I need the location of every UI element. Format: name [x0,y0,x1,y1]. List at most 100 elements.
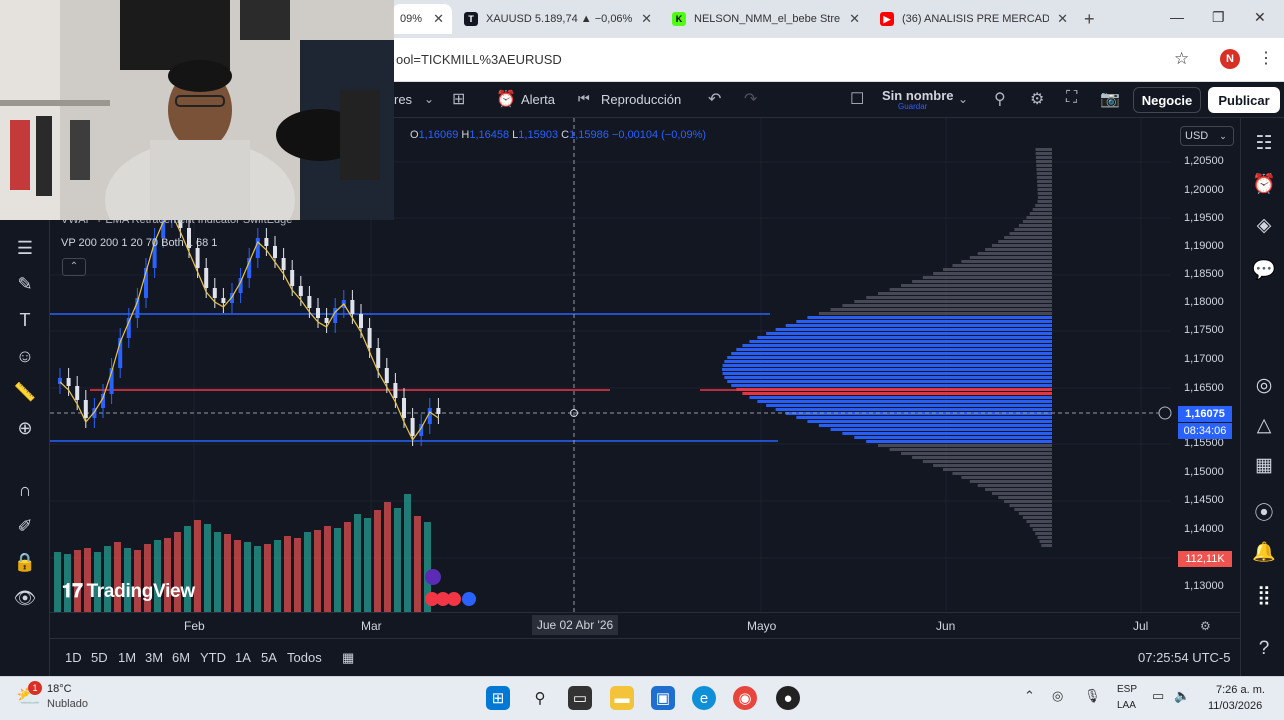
weather-temperature[interactable]: 18°C [47,683,72,695]
currency-select[interactable]: USD ⌄ [1180,126,1234,146]
target-icon[interactable]: ◎ [1251,374,1277,397]
close-icon[interactable]: ✕ [641,11,652,27]
weather-description[interactable]: Nublado [47,698,88,710]
browser-tab-youtube[interactable]: ▶ (36) ANALISIS PRE MERCAD ✕ [872,4,1076,34]
range-1m[interactable]: 1M [118,650,136,665]
tray-overflow-icon[interactable]: ⌃ [1024,688,1035,704]
templates-grid-icon[interactable]: ⊞ [452,89,465,109]
store-icon[interactable]: ▣ [651,686,675,710]
publish-button[interactable]: Publicar [1208,87,1280,113]
chart-clock[interactable]: 07:25:54 UTC-5 [1138,650,1231,665]
event-flag-icon[interactable] [462,592,476,606]
ideas-icon[interactable]: △ [1251,414,1277,437]
browser-tab-kick[interactable]: K NELSON_NMM_el_bebe Stre ✕ [664,4,868,34]
url-text[interactable]: ool=TICKMILL%3AEURUSD [396,52,562,67]
recorder-app-icon[interactable]: ● [776,686,800,710]
emoji-tool-icon[interactable]: ☺ [12,346,38,367]
restore-icon[interactable]: ❐ [1212,9,1225,26]
event-lightning-icon[interactable] [425,569,441,585]
input-language[interactable]: ESP [1117,684,1137,695]
volume-icon[interactable]: 🔈 [1174,688,1190,704]
range-all[interactable]: Todos [287,650,322,665]
help-icon[interactable]: ? [1251,638,1277,660]
candle-body [255,238,260,258]
search-icon[interactable]: ⚲ [528,686,552,710]
redo-icon[interactable]: ↷ [744,89,757,109]
range-1a[interactable]: 1A [235,650,251,665]
date-range-calendar-icon[interactable]: ▦ [342,650,354,666]
add-level-icon[interactable] [1158,406,1172,420]
range-6m[interactable]: 6M [172,650,190,665]
ruler-tool-icon[interactable]: 📏 [12,382,38,403]
fullscreen-icon[interactable]: ⛶ [1066,89,1077,107]
replay-button[interactable]: Reproducción [601,92,681,107]
text-tool-icon[interactable]: T [12,310,38,331]
range-ytd[interactable]: YTD [200,650,226,665]
window-close-icon[interactable]: ✕ [1254,9,1266,26]
alerts-clock-icon[interactable]: ⏰ [1251,172,1277,196]
chevron-down-icon[interactable]: ⌄ [424,92,434,106]
time-axis[interactable] [50,612,1240,638]
camera-icon[interactable]: 📷 [1100,89,1120,109]
layout-name[interactable]: Sin nombre [882,88,954,103]
watchlist-icon[interactable]: ☷ [1251,132,1277,155]
brush-tool-icon[interactable]: ✎ [12,274,38,295]
close-icon[interactable]: ✕ [849,11,860,27]
minimize-icon[interactable]: — [1170,9,1184,25]
system-time[interactable]: 7:26 a. m. [1216,684,1265,696]
stay-drawing-icon[interactable]: ✐ [12,516,38,537]
eye-icon[interactable]: 👁 [12,588,38,609]
input-layout[interactable]: LAA [1117,700,1136,711]
file-explorer-icon[interactable]: ▬ [610,686,634,710]
task-view-icon[interactable]: ▭ [568,686,592,710]
new-tab-icon[interactable]: + [1084,9,1095,30]
profile-bar [1041,544,1052,547]
collapse-legend-icon[interactable]: ⌃ [62,258,86,276]
fib-tool-icon[interactable]: ☰ [12,238,38,259]
lock-icon[interactable]: 🔒 [12,552,38,573]
calendar-icon[interactable]: ▦ [1251,454,1277,477]
replay-icon[interactable]: ⏮ [578,91,590,107]
meet-now-icon[interactable]: ◎ [1052,688,1063,704]
apps-grid-icon[interactable]: ⣿ [1251,584,1277,607]
indicator-legend-vp[interactable]: VP 200 200 1 20 70 Both 1 68 1 [61,237,217,249]
close-icon[interactable]: ✕ [433,11,444,27]
range-1d[interactable]: 1D [65,650,82,665]
zoom-in-icon[interactable]: ⊕ [12,418,38,439]
event-flag-icon[interactable] [447,592,461,606]
range-3m[interactable]: 3M [145,650,163,665]
chrome-icon[interactable]: ◉ [733,686,757,710]
windows-start-icon[interactable]: ⊞ [486,686,510,710]
chat-icon[interactable]: 💬 [1251,258,1277,282]
chevron-down-icon[interactable]: ⌄ [958,92,968,106]
edge-icon[interactable]: e [692,686,716,710]
alarm-clock-icon[interactable]: ⏰ [496,89,516,109]
settings-gear-icon[interactable]: ⚙ [1030,89,1044,109]
profile-avatar[interactable]: N [1220,49,1240,69]
profile-bar [922,460,1052,463]
layers-icon[interactable]: ◈ [1251,214,1277,237]
browser-tab-xauusd[interactable]: T XAUUSD 5.189,74 ▲ −0,06% ✕ [456,4,660,34]
layout-square-icon[interactable]: ☐ [850,89,864,109]
price-tick-label: 1,18500 [1184,268,1224,280]
browser-tab-active[interactable]: 09% ✕ [392,4,452,34]
close-icon[interactable]: ✕ [1057,11,1068,27]
profile-bar [998,240,1052,243]
range-5d[interactable]: 5D [91,650,108,665]
system-date[interactable]: 11/03/2026 [1208,700,1262,712]
alert-button[interactable]: Alerta [521,92,555,107]
range-5a[interactable]: 5A [261,650,277,665]
trade-button[interactable]: Negocie [1133,87,1201,113]
signal-icon[interactable]: ⦿ [1251,498,1277,525]
quick-search-icon[interactable]: ⚲ [994,89,1006,109]
network-icon[interactable]: ▭ [1152,688,1164,704]
notifications-bell-icon[interactable]: 🔔 [1251,540,1277,564]
microphone-icon[interactable]: 🎙 [1084,688,1101,704]
undo-icon[interactable]: ↶ [708,89,721,109]
bookmark-star-icon[interactable]: ☆ [1174,49,1189,69]
profile-bar [866,440,1052,443]
indicators-button[interactable]: res [394,92,412,107]
axis-settings-gear-icon[interactable]: ⚙ [1200,619,1211,633]
magnet-icon[interactable]: ∩ [12,480,38,501]
browser-menu-icon[interactable]: ⋮ [1258,48,1274,68]
